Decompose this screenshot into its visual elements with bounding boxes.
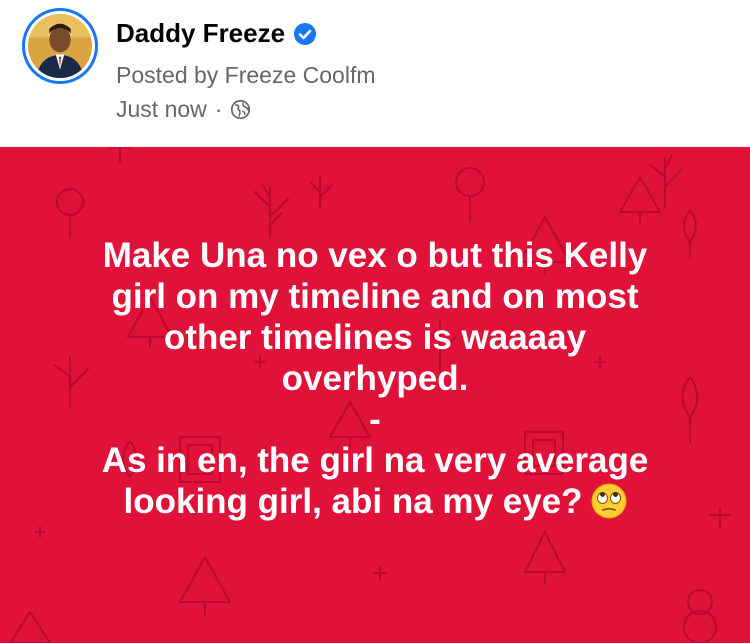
post-text-line: looking girl, abi na my eye? — [123, 482, 583, 521]
post-text-line: - — [369, 400, 381, 439]
author-row: Daddy Freeze — [116, 18, 317, 49]
verified-badge-icon — [293, 22, 317, 46]
post-text: Make Una no vex o but this Kelly girl on… — [20, 235, 730, 522]
posted-by-text: Posted by Freeze Coolfm — [116, 62, 376, 88]
post-text-line: girl on my timeline and on most — [111, 277, 639, 316]
face-with-rolling-eyes-icon — [591, 483, 627, 519]
post-text-line: overhyped. — [281, 359, 469, 398]
avatar-photo — [25, 11, 95, 81]
post-timestamp[interactable]: Just now — [116, 96, 207, 123]
profile-photo — [28, 14, 92, 78]
post-header: Daddy Freeze Posted by Freeze Coolfm Jus… — [0, 0, 750, 147]
post-meta: Just now · — [116, 96, 251, 123]
post-text-last-line: looking girl, abi na my eye? — [20, 481, 730, 522]
author-name[interactable]: Daddy Freeze — [116, 18, 285, 49]
post-background: Make Una no vex o but this Kelly girl on… — [0, 147, 750, 643]
globe-icon[interactable] — [230, 99, 251, 120]
post-text-line: other timelines is waaaay — [163, 318, 587, 357]
post-text-line: Make Una no vex o but this Kelly — [102, 236, 648, 275]
meta-separator: · — [214, 96, 223, 122]
post-text-line: As in en, the girl na very average — [101, 441, 649, 480]
avatar[interactable] — [22, 8, 98, 84]
